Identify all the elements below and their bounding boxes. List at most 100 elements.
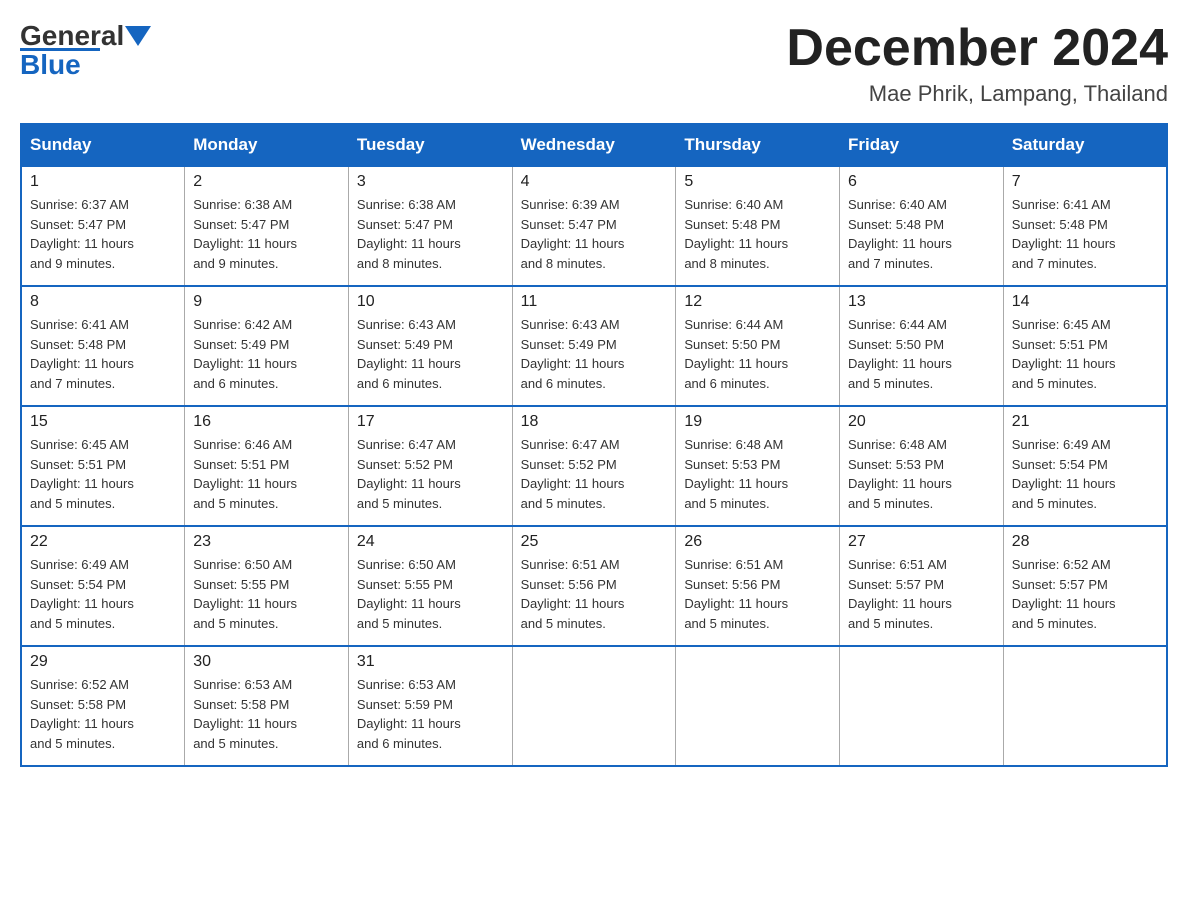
- day-cell: 7 Sunrise: 6:41 AM Sunset: 5:48 PM Dayli…: [1003, 166, 1167, 286]
- month-title: December 2024: [786, 20, 1168, 77]
- header-cell-tuesday: Tuesday: [348, 124, 512, 166]
- day-number: 8: [30, 293, 176, 311]
- day-number: 9: [193, 293, 340, 311]
- day-cell: 1 Sunrise: 6:37 AM Sunset: 5:47 PM Dayli…: [21, 166, 185, 286]
- day-cell: 23 Sunrise: 6:50 AM Sunset: 5:55 PM Dayl…: [185, 526, 349, 646]
- calendar-header: SundayMondayTuesdayWednesdayThursdayFrid…: [21, 124, 1167, 166]
- day-number: 16: [193, 413, 340, 431]
- day-cell: [840, 646, 1004, 766]
- day-number: 21: [1012, 413, 1158, 431]
- day-info: Sunrise: 6:53 AM Sunset: 5:59 PM Dayligh…: [357, 675, 504, 753]
- day-cell: 10 Sunrise: 6:43 AM Sunset: 5:49 PM Dayl…: [348, 286, 512, 406]
- day-info: Sunrise: 6:37 AM Sunset: 5:47 PM Dayligh…: [30, 195, 176, 273]
- header-row: SundayMondayTuesdayWednesdayThursdayFrid…: [21, 124, 1167, 166]
- day-number: 5: [684, 173, 831, 191]
- day-number: 27: [848, 533, 995, 551]
- day-cell: 4 Sunrise: 6:39 AM Sunset: 5:47 PM Dayli…: [512, 166, 676, 286]
- day-cell: 13 Sunrise: 6:44 AM Sunset: 5:50 PM Dayl…: [840, 286, 1004, 406]
- day-info: Sunrise: 6:50 AM Sunset: 5:55 PM Dayligh…: [357, 555, 504, 633]
- day-cell: 22 Sunrise: 6:49 AM Sunset: 5:54 PM Dayl…: [21, 526, 185, 646]
- day-info: Sunrise: 6:42 AM Sunset: 5:49 PM Dayligh…: [193, 315, 340, 393]
- day-number: 28: [1012, 533, 1158, 551]
- header-cell-thursday: Thursday: [676, 124, 840, 166]
- day-cell: 9 Sunrise: 6:42 AM Sunset: 5:49 PM Dayli…: [185, 286, 349, 406]
- day-cell: 8 Sunrise: 6:41 AM Sunset: 5:48 PM Dayli…: [21, 286, 185, 406]
- day-cell: 31 Sunrise: 6:53 AM Sunset: 5:59 PM Dayl…: [348, 646, 512, 766]
- day-number: 11: [521, 293, 668, 311]
- day-cell: 11 Sunrise: 6:43 AM Sunset: 5:49 PM Dayl…: [512, 286, 676, 406]
- calendar-body: 1 Sunrise: 6:37 AM Sunset: 5:47 PM Dayli…: [21, 166, 1167, 766]
- day-cell: 28 Sunrise: 6:52 AM Sunset: 5:57 PM Dayl…: [1003, 526, 1167, 646]
- day-info: Sunrise: 6:40 AM Sunset: 5:48 PM Dayligh…: [684, 195, 831, 273]
- day-number: 15: [30, 413, 176, 431]
- page-header: General Blue December 2024 Mae Phrik, La…: [20, 20, 1168, 107]
- day-cell: 30 Sunrise: 6:53 AM Sunset: 5:58 PM Dayl…: [185, 646, 349, 766]
- day-info: Sunrise: 6:47 AM Sunset: 5:52 PM Dayligh…: [521, 435, 668, 513]
- day-info: Sunrise: 6:43 AM Sunset: 5:49 PM Dayligh…: [521, 315, 668, 393]
- day-info: Sunrise: 6:40 AM Sunset: 5:48 PM Dayligh…: [848, 195, 995, 273]
- day-number: 3: [357, 173, 504, 191]
- logo-blue-text: Blue: [20, 49, 81, 81]
- day-number: 17: [357, 413, 504, 431]
- logo: General Blue: [20, 20, 152, 81]
- day-info: Sunrise: 6:43 AM Sunset: 5:49 PM Dayligh…: [357, 315, 504, 393]
- week-row-2: 8 Sunrise: 6:41 AM Sunset: 5:48 PM Dayli…: [21, 286, 1167, 406]
- day-info: Sunrise: 6:51 AM Sunset: 5:56 PM Dayligh…: [521, 555, 668, 633]
- day-cell: 24 Sunrise: 6:50 AM Sunset: 5:55 PM Dayl…: [348, 526, 512, 646]
- day-info: Sunrise: 6:45 AM Sunset: 5:51 PM Dayligh…: [1012, 315, 1158, 393]
- week-row-5: 29 Sunrise: 6:52 AM Sunset: 5:58 PM Dayl…: [21, 646, 1167, 766]
- day-info: Sunrise: 6:50 AM Sunset: 5:55 PM Dayligh…: [193, 555, 340, 633]
- header-cell-monday: Monday: [185, 124, 349, 166]
- day-info: Sunrise: 6:38 AM Sunset: 5:47 PM Dayligh…: [357, 195, 504, 273]
- day-number: 30: [193, 653, 340, 671]
- day-cell: 29 Sunrise: 6:52 AM Sunset: 5:58 PM Dayl…: [21, 646, 185, 766]
- day-cell: 21 Sunrise: 6:49 AM Sunset: 5:54 PM Dayl…: [1003, 406, 1167, 526]
- day-info: Sunrise: 6:52 AM Sunset: 5:57 PM Dayligh…: [1012, 555, 1158, 633]
- day-info: Sunrise: 6:48 AM Sunset: 5:53 PM Dayligh…: [684, 435, 831, 513]
- day-cell: 5 Sunrise: 6:40 AM Sunset: 5:48 PM Dayli…: [676, 166, 840, 286]
- header-cell-saturday: Saturday: [1003, 124, 1167, 166]
- day-info: Sunrise: 6:51 AM Sunset: 5:56 PM Dayligh…: [684, 555, 831, 633]
- day-number: 26: [684, 533, 831, 551]
- day-number: 22: [30, 533, 176, 551]
- week-row-4: 22 Sunrise: 6:49 AM Sunset: 5:54 PM Dayl…: [21, 526, 1167, 646]
- day-number: 23: [193, 533, 340, 551]
- day-info: Sunrise: 6:45 AM Sunset: 5:51 PM Dayligh…: [30, 435, 176, 513]
- day-number: 31: [357, 653, 504, 671]
- day-number: 14: [1012, 293, 1158, 311]
- header-cell-wednesday: Wednesday: [512, 124, 676, 166]
- day-number: 18: [521, 413, 668, 431]
- day-cell: [1003, 646, 1167, 766]
- day-number: 13: [848, 293, 995, 311]
- day-cell: [676, 646, 840, 766]
- day-number: 6: [848, 173, 995, 191]
- day-info: Sunrise: 6:49 AM Sunset: 5:54 PM Dayligh…: [1012, 435, 1158, 513]
- day-info: Sunrise: 6:46 AM Sunset: 5:51 PM Dayligh…: [193, 435, 340, 513]
- day-cell: 18 Sunrise: 6:47 AM Sunset: 5:52 PM Dayl…: [512, 406, 676, 526]
- day-info: Sunrise: 6:48 AM Sunset: 5:53 PM Dayligh…: [848, 435, 995, 513]
- day-number: 24: [357, 533, 504, 551]
- day-number: 19: [684, 413, 831, 431]
- day-cell: 26 Sunrise: 6:51 AM Sunset: 5:56 PM Dayl…: [676, 526, 840, 646]
- day-info: Sunrise: 6:41 AM Sunset: 5:48 PM Dayligh…: [1012, 195, 1158, 273]
- day-number: 4: [521, 173, 668, 191]
- day-cell: 25 Sunrise: 6:51 AM Sunset: 5:56 PM Dayl…: [512, 526, 676, 646]
- week-row-1: 1 Sunrise: 6:37 AM Sunset: 5:47 PM Dayli…: [21, 166, 1167, 286]
- day-number: 10: [357, 293, 504, 311]
- day-info: Sunrise: 6:53 AM Sunset: 5:58 PM Dayligh…: [193, 675, 340, 753]
- day-info: Sunrise: 6:44 AM Sunset: 5:50 PM Dayligh…: [848, 315, 995, 393]
- day-cell: 15 Sunrise: 6:45 AM Sunset: 5:51 PM Dayl…: [21, 406, 185, 526]
- header-cell-friday: Friday: [840, 124, 1004, 166]
- day-info: Sunrise: 6:44 AM Sunset: 5:50 PM Dayligh…: [684, 315, 831, 393]
- day-cell: 16 Sunrise: 6:46 AM Sunset: 5:51 PM Dayl…: [185, 406, 349, 526]
- day-cell: 20 Sunrise: 6:48 AM Sunset: 5:53 PM Dayl…: [840, 406, 1004, 526]
- day-number: 25: [521, 533, 668, 551]
- day-cell: 14 Sunrise: 6:45 AM Sunset: 5:51 PM Dayl…: [1003, 286, 1167, 406]
- day-number: 2: [193, 173, 340, 191]
- day-cell: 2 Sunrise: 6:38 AM Sunset: 5:47 PM Dayli…: [185, 166, 349, 286]
- day-number: 29: [30, 653, 176, 671]
- location-title: Mae Phrik, Lampang, Thailand: [786, 81, 1168, 107]
- title-section: December 2024 Mae Phrik, Lampang, Thaila…: [786, 20, 1168, 107]
- day-info: Sunrise: 6:39 AM Sunset: 5:47 PM Dayligh…: [521, 195, 668, 273]
- calendar-table: SundayMondayTuesdayWednesdayThursdayFrid…: [20, 123, 1168, 767]
